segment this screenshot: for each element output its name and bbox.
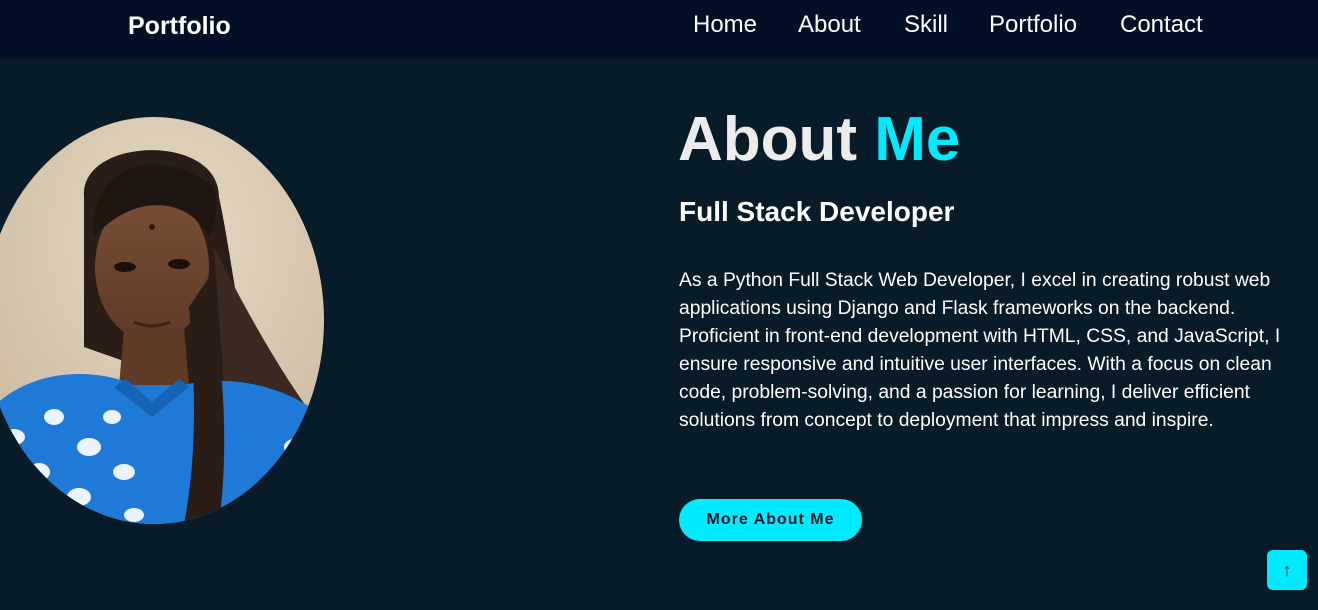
- nav-link-contact[interactable]: Contact: [1120, 11, 1203, 39]
- arrow-up-icon: ↑: [1282, 560, 1292, 580]
- about-heading: About Me: [678, 104, 960, 175]
- nav-link-about[interactable]: About: [798, 11, 861, 39]
- logo-link[interactable]: Portfolio: [128, 12, 231, 41]
- nav-link-portfolio[interactable]: Portfolio: [989, 11, 1077, 39]
- about-heading-main: About: [678, 105, 858, 174]
- scroll-to-top-button[interactable]: ↑: [1267, 550, 1307, 590]
- navbar: Portfolio Home About Skill Portfolio Con…: [0, 0, 1318, 59]
- about-heading-accent: Me: [874, 105, 961, 174]
- nav-link-home[interactable]: Home: [693, 11, 757, 39]
- about-subtitle: Full Stack Developer: [679, 196, 955, 227]
- profile-photo: [0, 117, 324, 524]
- about-bio: As a Python Full Stack Web Developer, I …: [679, 270, 1281, 431]
- nav-link-skill[interactable]: Skill: [904, 11, 948, 39]
- more-about-me-button[interactable]: More About Me: [679, 499, 862, 541]
